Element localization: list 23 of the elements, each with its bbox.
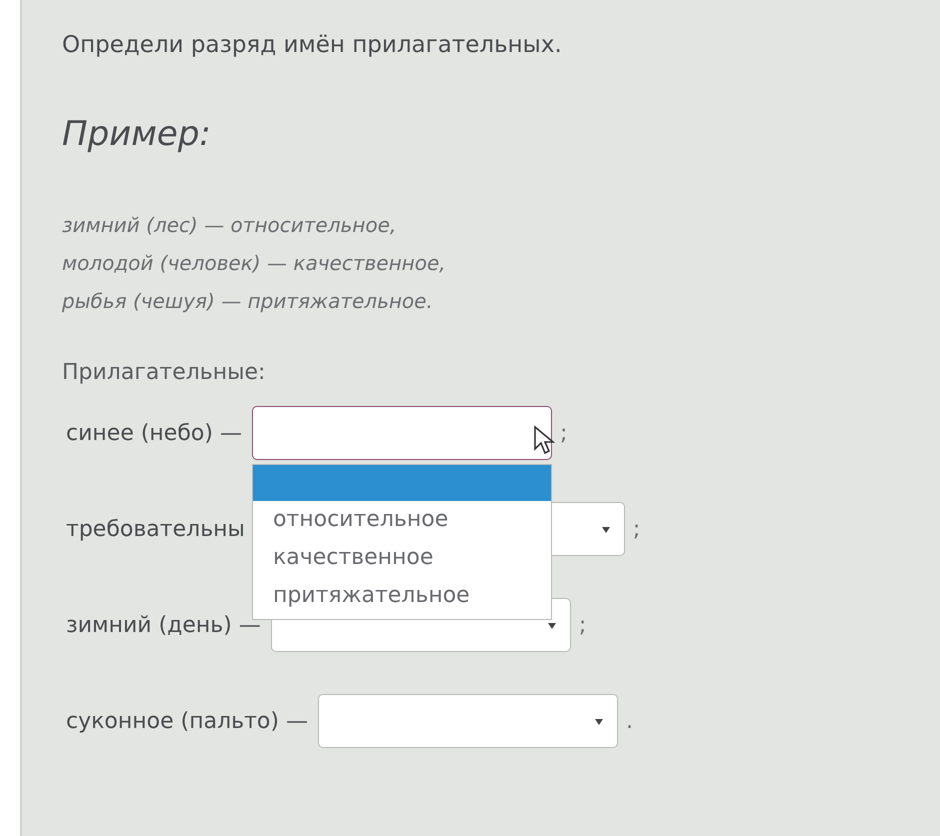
answer-select[interactable] [252, 406, 552, 460]
cursor-icon [532, 425, 555, 455]
punctuation-mark: ; [560, 420, 568, 446]
caret-icon [548, 623, 556, 629]
adjective-label: суконное (пальто) — [66, 708, 308, 734]
dropdown-option[interactable]: притяжательное [252, 577, 551, 615]
task-label: Прилагательные: [62, 360, 266, 385]
caret-icon [602, 527, 610, 533]
instruction-text: Определи разряд имён прилагательных. [62, 32, 563, 58]
adjective-label: требовательны [66, 516, 245, 542]
punctuation-mark: . [626, 708, 633, 734]
dropdown-option[interactable]: качественное [252, 539, 551, 577]
punctuation-mark: ; [578, 612, 586, 638]
example-line: зимний (лес) — относительное, [62, 212, 398, 239]
example-heading: Пример: [62, 114, 212, 154]
example-line: рыбья (чешуя) — притяжательное. [62, 288, 434, 315]
adjective-label: синее (небо) — [66, 420, 242, 446]
dropdown-option[interactable]: относительное [252, 501, 551, 539]
blank-option[interactable] [252, 465, 551, 501]
punctuation-mark: ; [632, 516, 640, 542]
caret-icon [594, 719, 603, 725]
example-line: молодой (человек) — качественное, [62, 250, 447, 277]
adjective-label: зимний (день) — [66, 612, 261, 638]
